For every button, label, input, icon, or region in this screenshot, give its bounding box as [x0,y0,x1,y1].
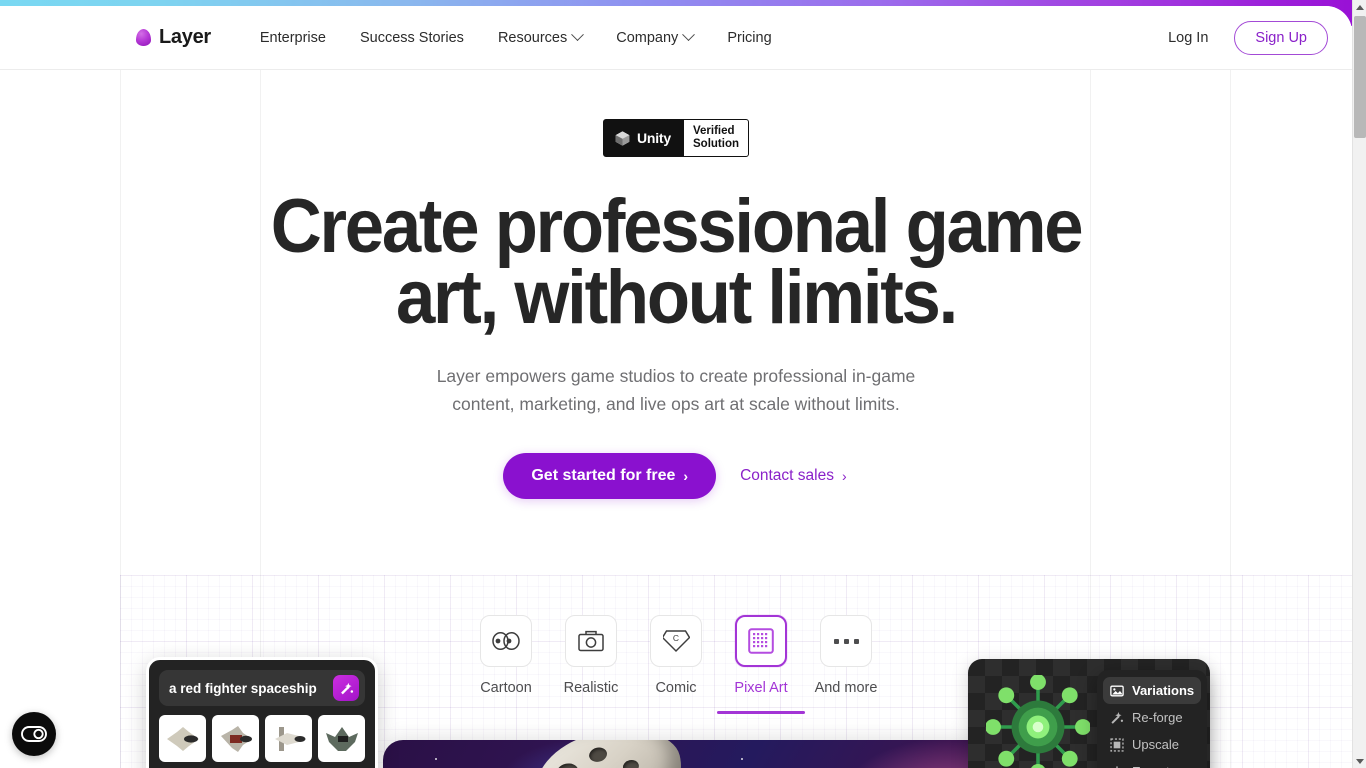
headline-line-2: art, without limits. [395,255,958,341]
nav-label: Pricing [727,29,772,46]
chevron-right-icon: › [683,468,689,485]
style-option-comic[interactable]: C Comic [648,615,704,714]
hero-content: Unity Verified Solution Create professio… [0,70,1352,500]
prompt-input[interactable]: a red fighter spaceship [169,681,325,696]
context-menu-label: Upscale [1132,737,1179,752]
image-icon [1110,685,1124,696]
generated-thumbnail-grid [159,715,365,768]
subhead-line-2: content, marketing, and live ops art at … [452,393,900,414]
context-menu-label: Export [1132,764,1170,768]
nav-label: Resources [497,29,568,46]
asset-context-menu: Variations Re-forge Upscale [1097,670,1207,768]
eyes-icon [492,631,520,651]
prompt-generation-card: a red fighter spaceship [146,657,378,768]
magic-wand-icon [340,682,353,694]
style-label: Comic [655,680,697,696]
download-icon [1116,765,1118,768]
style-tile [735,615,787,667]
hero-section: Unity Verified Solution Create professio… [0,70,1352,768]
style-tile: C [650,615,702,667]
login-link[interactable]: Log In [1160,24,1216,52]
style-label: Cartoon [480,680,532,696]
nav-label: Success Stories [359,29,464,46]
thumbnail-item[interactable] [212,715,259,762]
cookie-consent-widget[interactable] [12,712,56,756]
page-scrollbar[interactable] [1352,0,1366,768]
nav-item-pricing[interactable]: Pricing [710,22,788,54]
generate-button[interactable] [333,675,359,701]
scroll-down-button[interactable] [1353,754,1366,768]
page-surface: Layer Enterprise Success Stories Resourc… [0,6,1352,768]
ellipsis-icon [833,638,859,644]
context-menu-item-re-forge[interactable]: Re-forge [1103,704,1201,731]
style-label: Pixel Art [734,680,788,696]
nav-item-company[interactable]: Company [599,22,710,54]
nav-label: Company [616,29,679,46]
selected-style-underline [717,711,805,714]
gem-icon [136,29,151,46]
nav-item-enterprise[interactable]: Enterprise [243,22,343,54]
chevron-right-icon: › [841,468,847,485]
unity-cube-icon [615,130,630,146]
thumbnail-item[interactable] [159,715,206,762]
subhead-line-1: Layer empowers game studios to create pr… [436,365,916,386]
cookiebot-toggle-icon [21,726,47,742]
context-menu-label: Re-forge [1132,710,1183,725]
gem-c-icon: C [662,630,690,653]
dashed-square-icon [1110,737,1124,752]
brand-name: Layer [159,26,211,48]
style-tile [565,615,617,667]
green-alien-station-preview [986,675,1090,768]
hero-subheading: Layer empowers game studios to create pr… [406,363,946,418]
get-started-button[interactable]: Get started for free › [503,453,717,500]
thumbnail-item[interactable] [265,715,312,762]
unity-verified-solution-badge[interactable]: Unity Verified Solution [602,119,749,157]
page-title: Create professional game art, without li… [47,189,1304,336]
unity-badge-right: Verified Solution [682,120,748,156]
solution-label: Solution [693,138,739,150]
signup-button[interactable]: Sign Up [1234,20,1328,55]
unity-brand-label: Unity [636,130,671,146]
context-menu-item-export[interactable]: Export [1103,758,1201,768]
main-nav: Enterprise Success Stories Resources Com… [243,22,789,54]
camera-icon [578,630,604,652]
style-option-realistic[interactable]: Realistic [563,615,619,714]
pixel-grid-icon [748,628,774,654]
style-option-and-more[interactable]: And more [815,615,877,714]
scrollbar-thumb[interactable] [1354,16,1366,138]
brand-logo[interactable]: Layer [136,26,211,49]
get-started-label: Get started for free [531,467,676,485]
style-option-cartoon[interactable]: Cartoon [478,615,534,714]
chevron-down-icon [682,28,696,42]
site-header: Layer Enterprise Success Stories Resourc… [0,6,1352,70]
style-label: Realistic [563,680,619,696]
chevron-down-icon [571,28,585,42]
style-tile [820,615,872,667]
style-tile [480,615,532,667]
thumbnail-item[interactable] [318,715,365,762]
hero-cta-row: Get started for free › Contact sales › [0,453,1352,500]
context-menu-item-variations[interactable]: Variations [1103,677,1201,704]
nav-item-resources[interactable]: Resources [481,22,599,54]
contact-sales-link[interactable]: Contact sales › [738,461,849,491]
header-actions: Log In Sign Up [1160,20,1328,55]
contact-sales-label: Contact sales [740,467,834,485]
nav-item-success-stories[interactable]: Success Stories [343,22,481,54]
magic-wand-icon [1111,711,1124,724]
nav-label: Enterprise [259,29,326,46]
style-option-pixel-art[interactable]: Pixel Art [717,615,805,714]
context-menu-label: Variations [1132,683,1195,698]
prompt-input-row: a red fighter spaceship [159,670,365,706]
style-label: And more [814,680,878,696]
verified-label: Verified [693,125,735,138]
scroll-up-button[interactable] [1353,0,1366,14]
unity-badge-left: Unity [603,120,682,156]
svg-text:C: C [672,633,678,643]
context-menu-item-upscale[interactable]: Upscale [1103,731,1201,758]
